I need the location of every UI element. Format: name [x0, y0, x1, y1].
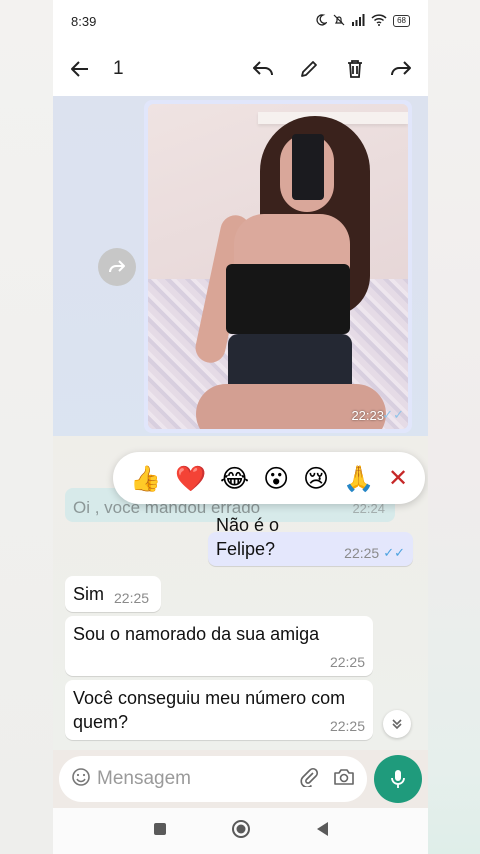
phone-screen: 8:39 68 1 22:23 ✓✓ Oi , você mandou erra…: [53, 0, 428, 854]
outgoing-message[interactable]: Não é o Felipe? 22:25 ✓✓: [208, 515, 413, 566]
reaction-sad[interactable]: 😢: [303, 466, 329, 491]
selection-action-bar: 1: [53, 42, 428, 96]
mirror-phone: [292, 134, 324, 200]
signal-icon: [351, 13, 365, 29]
incoming-message[interactable]: Sou o namorado da sua amiga 22:25: [65, 616, 373, 676]
wifi-icon: [371, 13, 387, 29]
reaction-heart[interactable]: ❤️: [175, 466, 206, 491]
forward-icon[interactable]: [388, 56, 414, 82]
message-time: 22:25: [329, 654, 365, 670]
forward-icon: [109, 260, 125, 273]
message-time: 22:25: [114, 590, 150, 606]
incoming-message[interactable]: Sim 22:25: [65, 576, 161, 612]
close-reaction-icon[interactable]: ✕: [388, 464, 408, 492]
message-time: 22:25: [344, 545, 380, 561]
status-time: 8:39: [71, 13, 97, 29]
reaction-thumbs-up[interactable]: 👍: [130, 466, 161, 491]
chat-area[interactable]: 22:23 ✓✓ Oi , você mandou errado 22:24 👍…: [53, 96, 428, 750]
background-right: [428, 0, 480, 854]
message-composer: [53, 750, 428, 808]
message-time: 22:23: [351, 408, 384, 423]
reaction-pray[interactable]: 🙏: [343, 466, 374, 491]
selection-count: 1: [113, 58, 124, 79]
double-chevron-down-icon: [392, 719, 402, 730]
emoji-icon[interactable]: [71, 767, 91, 792]
edit-icon[interactable]: [296, 56, 322, 82]
back-nav-icon[interactable]: [315, 821, 329, 842]
mute-icon: [333, 14, 345, 29]
home-icon[interactable]: [231, 819, 251, 844]
message-text: Sou o namorado da sua amiga: [73, 624, 320, 644]
recents-icon[interactable]: [153, 822, 167, 841]
mic-button[interactable]: [374, 755, 422, 803]
image-message[interactable]: 22:23 ✓✓: [144, 100, 412, 433]
read-ticks-icon: ✓✓: [382, 407, 404, 422]
message-time: 22:25: [329, 718, 365, 734]
battery-icon: 68: [393, 15, 410, 27]
message-text: Você conseguiu meu número com quem?: [73, 688, 346, 732]
status-icons: 68: [315, 13, 410, 29]
delete-icon[interactable]: [342, 56, 368, 82]
photo[interactable]: [148, 104, 408, 429]
message-text: Não é o Felipe?: [216, 515, 280, 559]
reaction-laugh[interactable]: 😂: [220, 466, 249, 491]
attach-icon[interactable]: [299, 767, 319, 792]
reaction-surprised[interactable]: 😮: [263, 466, 289, 491]
mic-icon: [391, 770, 406, 788]
scroll-to-bottom-button[interactable]: [383, 710, 411, 738]
forward-media-button[interactable]: [98, 248, 136, 286]
message-input[interactable]: [97, 768, 287, 790]
back-arrow-icon[interactable]: [67, 56, 93, 82]
background-left: [0, 0, 53, 854]
moon-icon: [315, 13, 329, 29]
reply-icon[interactable]: [250, 56, 276, 82]
reaction-picker: 👍 ❤️ 😂 😮 😢 🙏 ✕: [113, 452, 425, 504]
incoming-message[interactable]: Você conseguiu meu número com quem? 22:2…: [65, 680, 373, 740]
message-input-container[interactable]: [59, 756, 368, 802]
system-nav-bar: [53, 808, 428, 854]
message-text: Sim: [73, 584, 104, 604]
read-ticks-icon: ✓✓: [383, 545, 405, 560]
camera-icon[interactable]: [333, 767, 355, 792]
status-bar: 8:39 68: [53, 0, 428, 42]
